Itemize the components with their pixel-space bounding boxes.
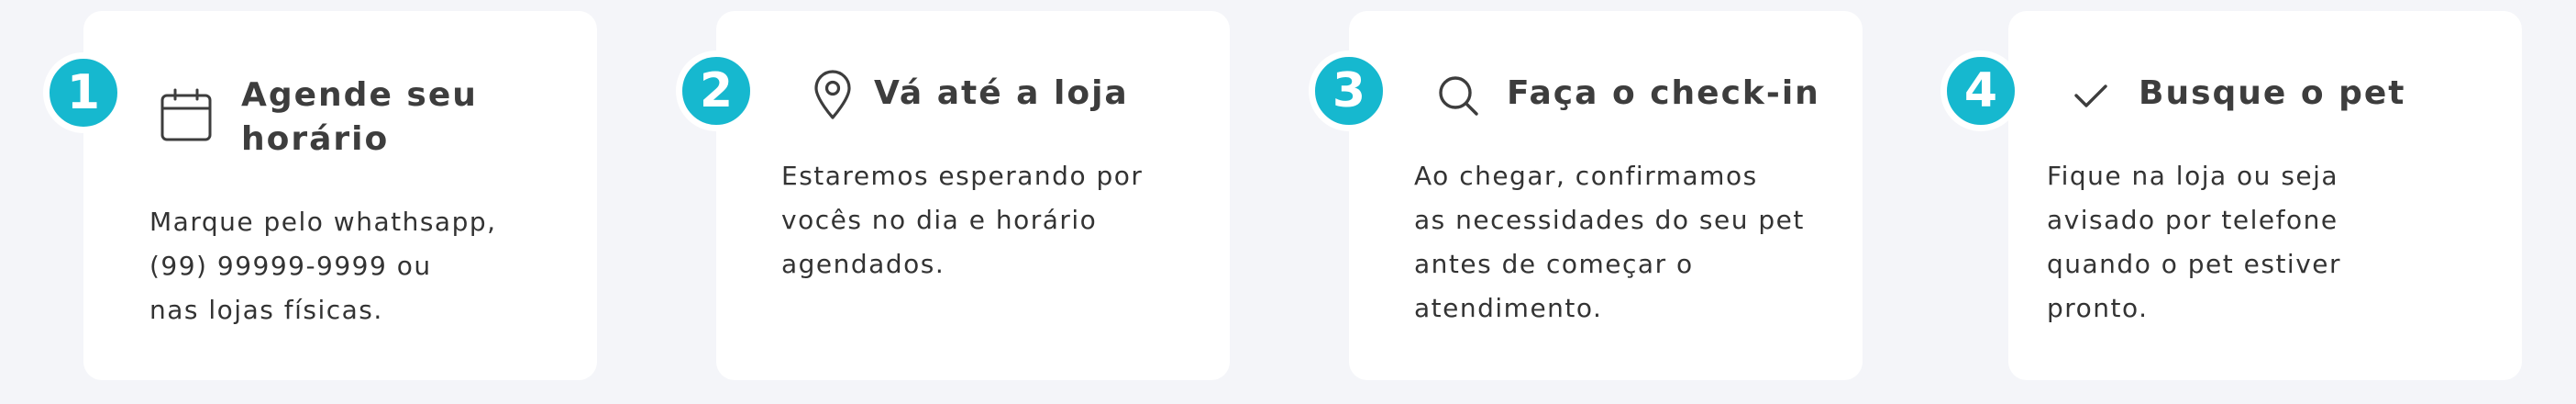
step-number-badge-1: 1 <box>43 52 124 133</box>
map-pin-icon <box>805 68 860 123</box>
step-description-1-line-2: (99) 99999-9999 ou <box>149 251 432 281</box>
step-title-1-line-1: Agende seu <box>241 76 478 114</box>
step-description-4: Fique na loja ou seja avisado por telefo… <box>2047 154 2450 331</box>
step-description-1: Marque pelo whathsapp, (99) 99999-9999 o… <box>149 200 553 332</box>
step-description-3-line-1: Ao chegar, confirmamos <box>1414 161 1758 191</box>
step-title-3: Faça o check-in <box>1507 72 1820 116</box>
step-description-3-line-4: atendimento. <box>1414 293 1603 323</box>
step-description-3: Ao chegar, confirmamos as necessidades d… <box>1414 154 1854 331</box>
step-description-1-line-3: nas lojas físicas. <box>149 295 383 325</box>
step-number-badge-4: 4 <box>1940 50 2021 131</box>
check-icon <box>2063 68 2118 123</box>
step-title-4-line-1: Busque o pet <box>2139 74 2406 112</box>
step-title-3-line-1: Faça o check-in <box>1507 74 1820 112</box>
step-description-4-line-3: quando o pet estiver <box>2047 249 2342 279</box>
step-description-1-line-1: Marque pelo whathsapp, <box>149 207 497 237</box>
step-title-1: Agende seu horário <box>241 73 478 162</box>
step-description-4-line-2: avisado por telefone <box>2047 205 2338 235</box>
step-number-badge-2: 2 <box>676 50 757 131</box>
step-title-2-line-1: Vá até a loja <box>874 74 1129 112</box>
step-number-badge-3: 3 <box>1309 50 1389 131</box>
step-title-2: Vá até a loja <box>874 72 1129 116</box>
step-description-4-line-4: pronto. <box>2047 293 2149 323</box>
search-icon <box>1431 68 1486 123</box>
step-description-3-line-2: as necessidades do seu pet <box>1414 205 1805 235</box>
step-title-4: Busque o pet <box>2139 72 2406 116</box>
step-description-3-line-3: antes de começar o <box>1414 249 1694 279</box>
step-description-4-line-1: Fique na loja ou seja <box>2047 161 2339 191</box>
step-description-2-line-1: Estaremos esperando por <box>781 161 1144 191</box>
step-description-2-line-3: agendados. <box>781 249 945 279</box>
calendar-icon <box>159 88 214 143</box>
step-description-2: Estaremos esperando por vocês no dia e h… <box>781 154 1185 286</box>
step-title-1-line-2: horário <box>241 120 390 158</box>
step-description-2-line-2: vocês no dia e horário <box>781 205 1098 235</box>
